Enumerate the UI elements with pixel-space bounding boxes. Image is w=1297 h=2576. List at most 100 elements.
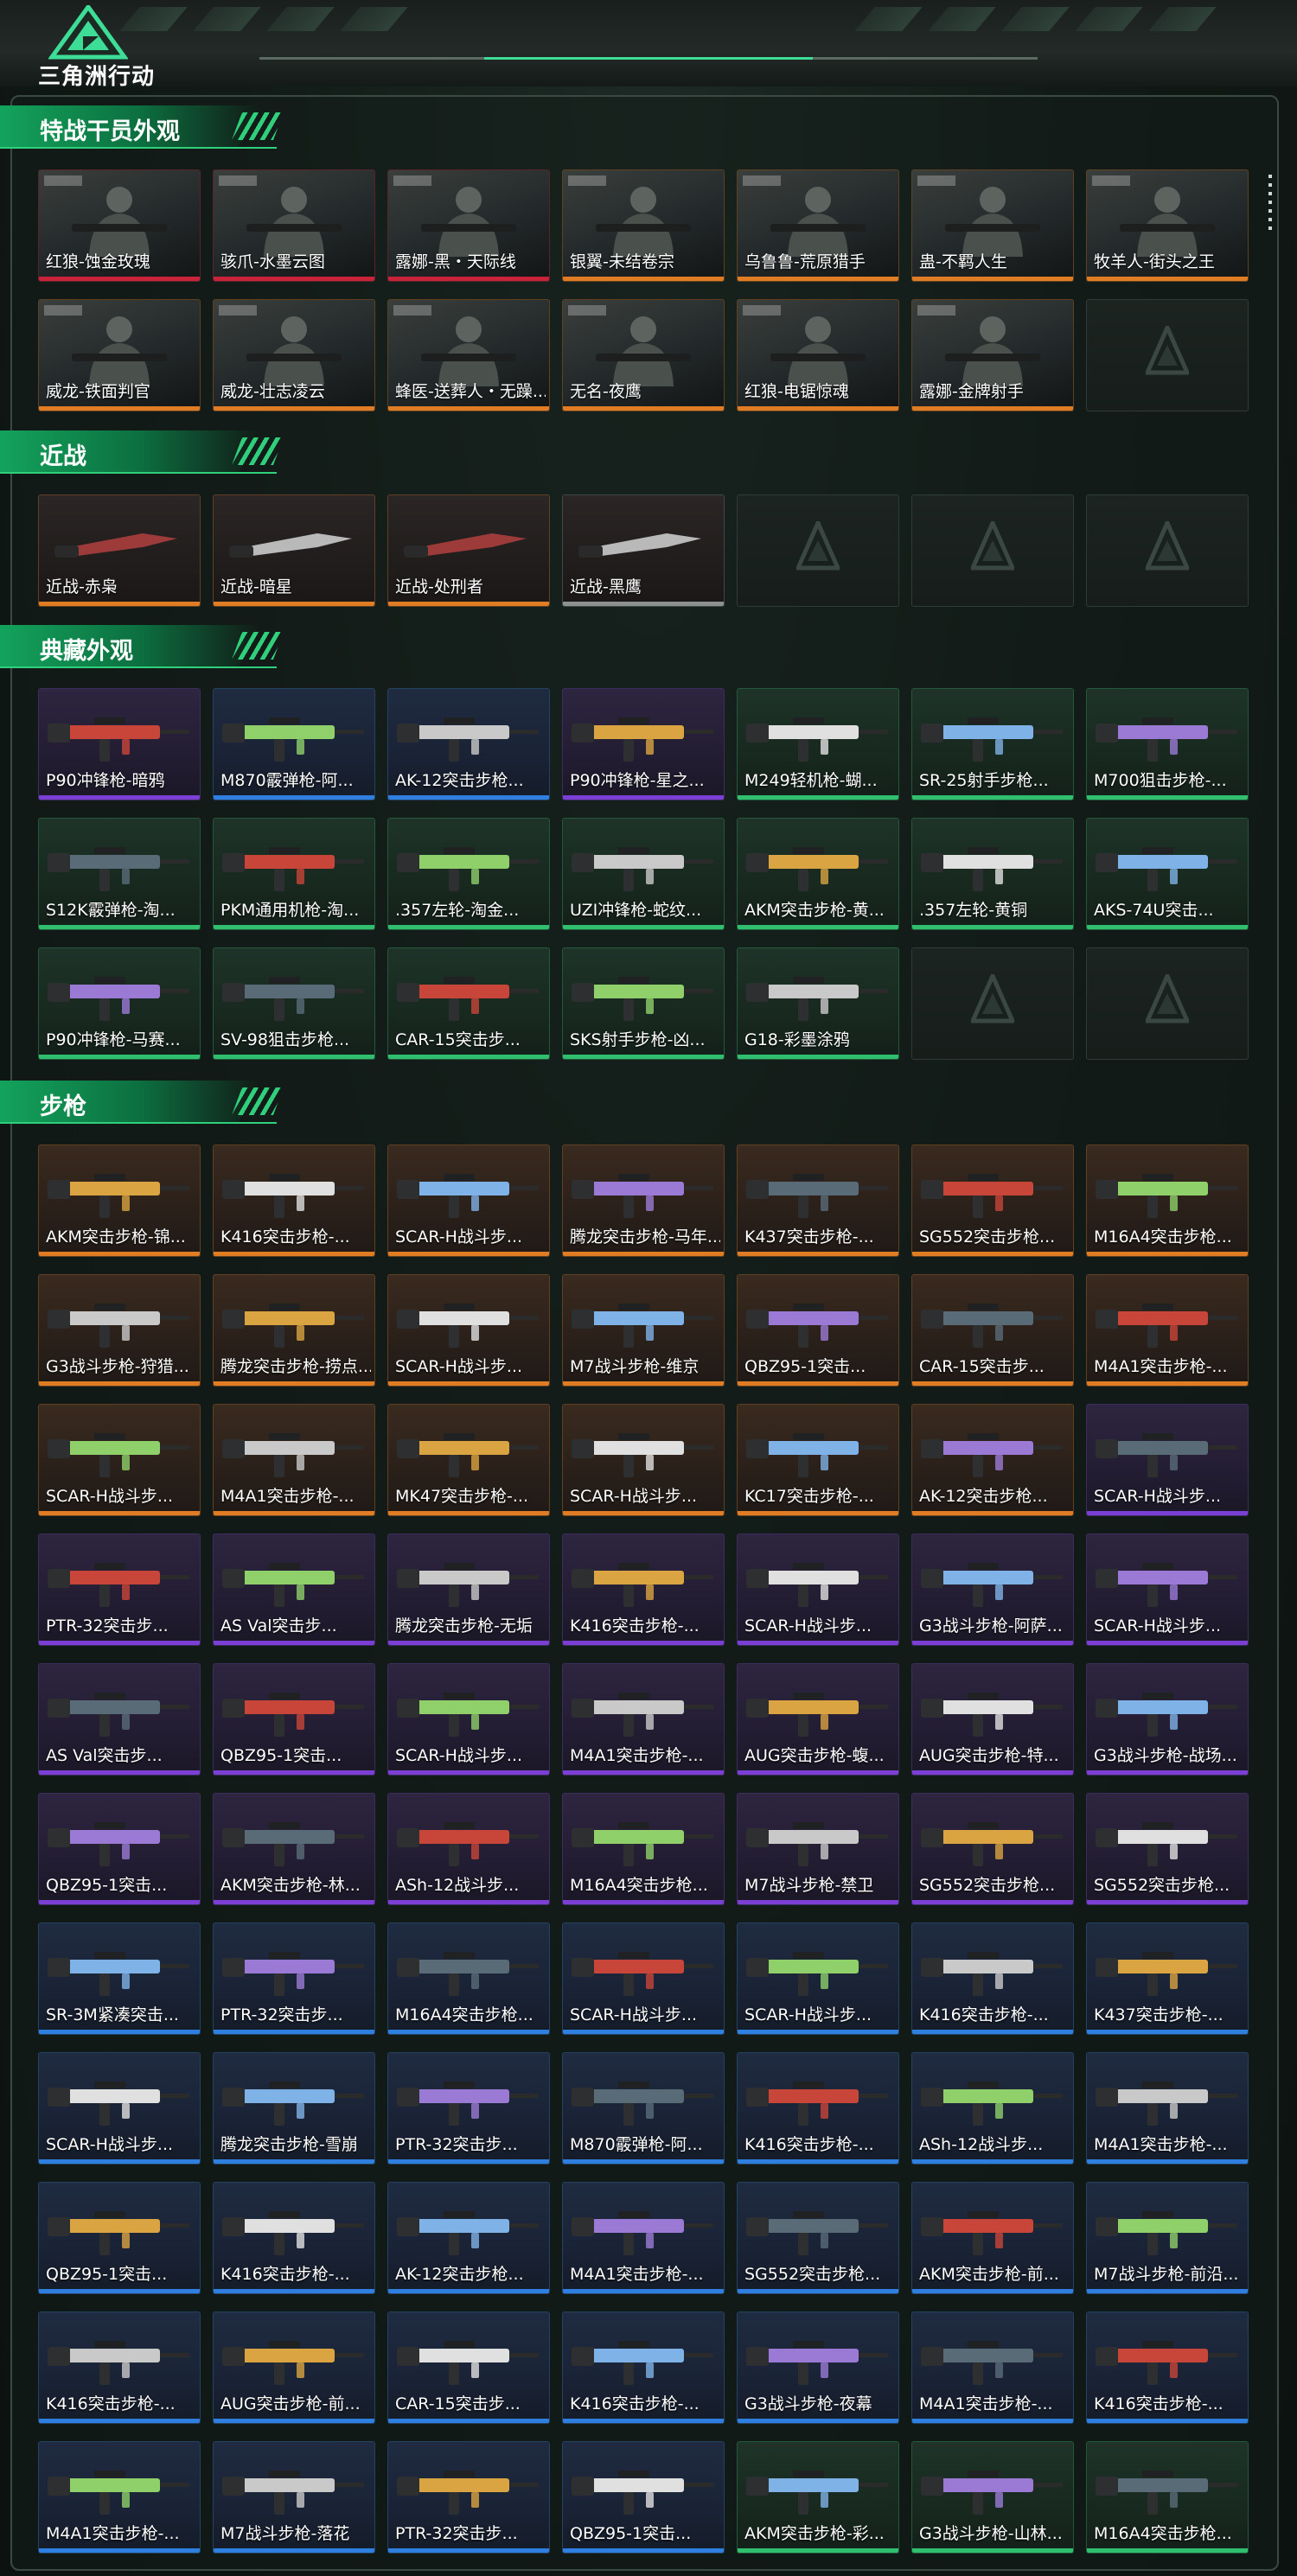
skin-card[interactable]: SCAR-H战斗步... (38, 2052, 201, 2165)
skin-card[interactable]: SG552突击步枪... (911, 1793, 1074, 1905)
skin-card[interactable]: CAR-15突击步... (387, 947, 550, 1060)
skin-card[interactable]: K416突击步枪-... (1086, 2311, 1249, 2424)
skin-card[interactable]: AK-12突击步枪... (387, 688, 550, 800)
skin-card[interactable]: SCAR-H战斗步... (387, 1274, 550, 1387)
skin-card[interactable]: 银翼-未结卷宗 (562, 169, 725, 282)
skin-card[interactable]: 无名-夜鹰 (562, 299, 725, 411)
skin-card[interactable]: G3战斗步枪-狩猎... (38, 1274, 201, 1387)
skin-card[interactable]: AKM突击步枪-锦... (38, 1145, 201, 1257)
skin-card[interactable]: K416突击步枪-... (562, 1533, 725, 1646)
skin-card[interactable]: 近战-赤枭 (38, 494, 201, 607)
skin-card[interactable]: SCAR-H战斗步... (737, 1533, 899, 1646)
skin-card[interactable]: SCAR-H战斗步... (387, 1145, 550, 1257)
skin-card[interactable]: 骇爪-水墨云图 (213, 169, 375, 282)
skin-card[interactable]: SV-98狙击步枪... (213, 947, 375, 1060)
skin-card[interactable]: M16A4突击步枪... (1086, 2441, 1249, 2554)
skin-card[interactable]: MK47突击步枪-... (387, 1404, 550, 1516)
skin-card[interactable]: K437突击步枪-... (737, 1145, 899, 1257)
skin-card[interactable]: M249轻机枪-蝴... (737, 688, 899, 800)
skin-card[interactable]: SCAR-H战斗步... (562, 1404, 725, 1516)
skin-card[interactable]: K416突击步枪-... (737, 2052, 899, 2165)
skin-card[interactable]: K416突击步枪-... (38, 2311, 201, 2424)
scrollbar-handle[interactable] (1268, 175, 1272, 235)
skin-card[interactable]: 乌鲁鲁-荒原猎手 (737, 169, 899, 282)
skin-card[interactable]: 腾龙突击步枪-无垢 (387, 1533, 550, 1646)
skin-card[interactable]: PKM通用机枪-淘... (213, 818, 375, 930)
skin-card[interactable]: M4A1突击步枪-... (1086, 1274, 1249, 1387)
skin-card[interactable]: 威龙-铁面判官 (38, 299, 201, 411)
skin-card[interactable]: ASh-12战斗步... (911, 2052, 1074, 2165)
skin-card[interactable]: S12K霰弹枪-淘... (38, 818, 201, 930)
skin-card[interactable]: 牧羊人-街头之王 (1086, 169, 1249, 282)
skin-card[interactable]: G3战斗步枪-夜幕 (737, 2311, 899, 2424)
skin-card[interactable]: QBZ95-1突击... (38, 2182, 201, 2294)
skin-card[interactable]: SR-3M紧凑突击... (38, 1922, 201, 2035)
skin-card[interactable]: M4A1突击步枪-... (38, 2441, 201, 2554)
skin-card[interactable]: 近战-处刑者 (387, 494, 550, 607)
skin-card[interactable]: 近战-暗星 (213, 494, 375, 607)
skin-card[interactable]: AKM突击步枪-彩... (737, 2441, 899, 2554)
skin-card[interactable]: SCAR-H战斗步... (38, 1404, 201, 1516)
skin-card[interactable]: AK-12突击步枪... (387, 2182, 550, 2294)
skin-card[interactable]: K416突击步枪-... (562, 2311, 725, 2424)
skin-card[interactable]: K416突击步枪-... (911, 1922, 1074, 2035)
skin-card[interactable]: 蜂医-送葬人・无躁... (387, 299, 550, 411)
skin-card[interactable]: AUG突击步枪-蝮... (737, 1663, 899, 1776)
skin-card[interactable]: QBZ95-1突击... (38, 1793, 201, 1905)
skin-card[interactable]: UZI冲锋枪-蛇纹... (562, 818, 725, 930)
skin-card[interactable]: AS Val突击步... (213, 1533, 375, 1646)
skin-card[interactable]: G3战斗步枪-山林... (911, 2441, 1074, 2554)
skin-card[interactable]: M7战斗步枪-维京 (562, 1274, 725, 1387)
skin-card[interactable]: SG552突击步枪... (911, 1145, 1074, 1257)
skin-card[interactable]: .357左轮-淘金... (387, 818, 550, 930)
skin-card[interactable]: SR-25射手步枪... (911, 688, 1074, 800)
skin-card[interactable]: M4A1突击步枪-... (562, 1663, 725, 1776)
skin-card[interactable]: M4A1突击步枪-... (1086, 2052, 1249, 2165)
skin-card[interactable]: QBZ95-1突击... (562, 2441, 725, 2554)
skin-card[interactable]: 腾龙突击步枪-捞点... (213, 1274, 375, 1387)
skin-card[interactable]: 红狼-蚀金玫瑰 (38, 169, 201, 282)
skin-card[interactable]: QBZ95-1突击... (213, 1663, 375, 1776)
skin-card[interactable]: SCAR-H战斗步... (387, 1663, 550, 1776)
skin-card[interactable]: M7战斗步枪-落花 (213, 2441, 375, 2554)
skin-card[interactable]: M4A1突击步枪-... (213, 1404, 375, 1516)
skin-card[interactable]: AKM突击步枪-前... (911, 2182, 1074, 2294)
skin-card[interactable]: K416突击步枪-... (213, 2182, 375, 2294)
skin-card[interactable]: 露娜-黑・天际线 (387, 169, 550, 282)
skin-card[interactable]: K437突击步枪-... (1086, 1922, 1249, 2035)
skin-card[interactable]: AKM突击步枪-黄... (737, 818, 899, 930)
skin-card[interactable]: G18-彩墨涂鸦 (737, 947, 899, 1060)
skin-card[interactable]: M700狙击步枪-... (1086, 688, 1249, 800)
skin-card[interactable]: 红狼-电锯惊魂 (737, 299, 899, 411)
skin-card[interactable]: M870霰弹枪-阿... (213, 688, 375, 800)
skin-card[interactable]: K416突击步枪-... (213, 1145, 375, 1257)
skin-card[interactable]: PTR-32突击步... (38, 1533, 201, 1646)
skin-card[interactable]: P90冲锋枪-星之... (562, 688, 725, 800)
skin-card[interactable]: M7战斗步枪-前沿... (1086, 2182, 1249, 2294)
skin-card[interactable]: AUG突击步枪-特... (911, 1663, 1074, 1776)
skin-card[interactable]: SG552突击步枪... (737, 2182, 899, 2294)
skin-card[interactable]: M7战斗步枪-禁卫 (737, 1793, 899, 1905)
skin-card[interactable]: 近战-黑鹰 (562, 494, 725, 607)
skin-card[interactable]: 腾龙突击步枪-雪崩 (213, 2052, 375, 2165)
skin-card[interactable]: SKS射手步枪-凶... (562, 947, 725, 1060)
skin-card[interactable]: M16A4突击步枪... (387, 1922, 550, 2035)
skin-card[interactable]: SCAR-H战斗步... (1086, 1533, 1249, 1646)
skin-card[interactable]: PTR-32突击步... (387, 2441, 550, 2554)
skin-card[interactable]: KC17突击步枪-... (737, 1404, 899, 1516)
skin-card[interactable]: AUG突击步枪-前... (213, 2311, 375, 2424)
skin-card[interactable]: AK-12突击步枪... (911, 1404, 1074, 1516)
skin-card[interactable]: AS Val突击步... (38, 1663, 201, 1776)
skin-card[interactable]: .357左轮-黄铜 (911, 818, 1074, 930)
skin-card[interactable]: M16A4突击步枪... (562, 1793, 725, 1905)
skin-card[interactable]: AKS-74U突击... (1086, 818, 1249, 930)
skin-card[interactable]: M4A1突击步枪-... (562, 2182, 725, 2294)
skin-card[interactable]: PTR-32突击步... (387, 2052, 550, 2165)
skin-card[interactable]: SCAR-H战斗步... (562, 1922, 725, 2035)
skin-card[interactable]: 露娜-金牌射手 (911, 299, 1074, 411)
skin-card[interactable]: AKM突击步枪-林... (213, 1793, 375, 1905)
skin-card[interactable]: M16A4突击步枪... (1086, 1145, 1249, 1257)
skin-card[interactable]: QBZ95-1突击... (737, 1274, 899, 1387)
skin-card[interactable]: SG552突击步枪... (1086, 1793, 1249, 1905)
skin-card[interactable]: 威龙-壮志凌云 (213, 299, 375, 411)
